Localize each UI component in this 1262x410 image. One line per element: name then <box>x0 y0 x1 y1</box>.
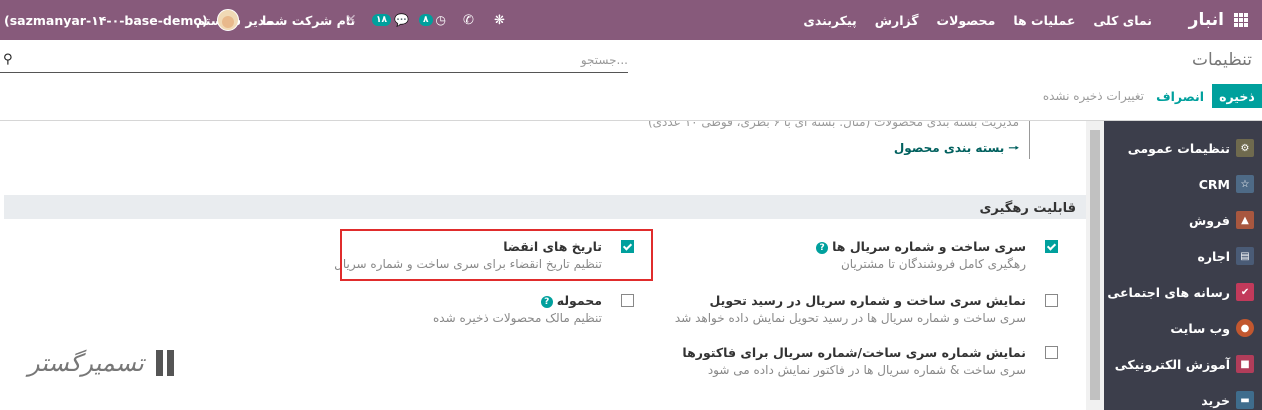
display-on-delivery-label: نمایش سری ساخت و شماره سریال در رسید تحو… <box>709 293 1026 308</box>
scrollbar-thumb[interactable] <box>1090 130 1100 400</box>
purchase-icon: ▬ <box>1236 391 1254 409</box>
watermark-text: تسمیرگستر <box>28 349 144 377</box>
display-on-delivery-checkbox[interactable] <box>1045 294 1058 307</box>
user-avatar[interactable] <box>217 0 239 40</box>
elearning-icon: ■ <box>1236 355 1254 373</box>
consignment-description: تنظیم مالک محصولات ذخیره شده <box>432 311 602 325</box>
packaging-link[interactable]: 🠒 بسته بندی محصول <box>894 139 1019 160</box>
menu-configuration[interactable]: پیکربندی <box>803 13 856 28</box>
packaging-description: مدیریت بسته بندی محصولات (مثال: بسته ای … <box>647 121 1019 129</box>
display-on-invoice-description: سری ساخت & شماره سریال ها در فاکتور نمای… <box>707 363 1026 377</box>
display-on-invoice-label: نمایش شماره سری ساخت/شماره سریال برای فا… <box>682 345 1026 360</box>
sidebar-item-social-media[interactable]: ✔ رسانه های اجتماعی <box>1104 274 1262 310</box>
highlight-box <box>340 229 653 281</box>
sidebar-item-elearning[interactable]: ■ آموزش الکترونیکی <box>1104 346 1262 382</box>
discard-button[interactable]: انصراف <box>1156 84 1204 108</box>
search-bar[interactable]: ⚲ ...جستجو <box>0 49 628 73</box>
sidebar-item-label: رسانه های اجتماعی <box>1107 284 1230 300</box>
company-switcher[interactable]: نام شرکت شما <box>262 0 355 40</box>
consignment-checkbox[interactable] <box>621 294 634 307</box>
packaging-setting: مدیریت بسته بندی محصولات (مثال: بسته ای … <box>570 121 1030 159</box>
save-button[interactable]: ذخیره <box>1212 84 1262 108</box>
sidebar-item-rental[interactable]: ▤ اجاره <box>1104 238 1262 274</box>
sidebar-item-label: آموزش الکترونیکی <box>1114 356 1230 372</box>
sidebar-item-label: خرید <box>1201 392 1230 408</box>
settings-sidebar: ⚙ تنظیمات عمومی ☆ CRM ▲ فروش ▤ اجاره ✔ ر… <box>1104 121 1262 410</box>
messages-badge: ۱۸ <box>372 14 391 26</box>
logo-mark-icon <box>154 348 180 378</box>
sidebar-item-purchase[interactable]: ▬ خرید <box>1104 382 1262 410</box>
search-input[interactable]: ...جستجو <box>581 53 628 67</box>
sidebar-item-label: CRM <box>1198 176 1230 192</box>
sidebar-item-sales[interactable]: ▲ فروش <box>1104 202 1262 238</box>
sidebar-item-label: تنظیمات عمومی <box>1127 140 1230 156</box>
consignment-label: محموله <box>556 293 602 308</box>
help-icon[interactable]: ? <box>816 241 829 254</box>
lots-serials-checkbox[interactable] <box>1045 240 1058 253</box>
page-title: تنظیمات <box>1192 50 1252 70</box>
section-header-bar <box>4 195 1086 219</box>
rental-icon: ▤ <box>1236 247 1254 265</box>
sidebar-item-label: اجاره <box>1197 248 1230 264</box>
option-display-on-delivery: نمایش سری ساخت و شماره سریال در رسید تحو… <box>674 291 1058 331</box>
messages-icon[interactable]: ۱۸ 💬 <box>372 0 409 40</box>
main-menu: نمای کلی عملیات ها محصولات گزارش پیکربند… <box>803 0 1152 40</box>
top-navbar: انبار نمای کلی عملیات ها محصولات گزارش پ… <box>0 0 1262 40</box>
globe-icon: ● <box>1236 319 1254 337</box>
bug-icon[interactable]: ❋ <box>494 0 505 40</box>
search-icon[interactable]: ⚲ <box>3 52 13 67</box>
phone-icon[interactable]: ✆ <box>463 0 474 40</box>
activities-icon[interactable]: ۸ ◷ <box>419 0 446 40</box>
sidebar-item-crm[interactable]: ☆ CRM <box>1104 166 1262 202</box>
handshake-icon: ☆ <box>1236 175 1254 193</box>
option-consignment: محموله? تنظیم مالک محصولات ذخیره شده <box>432 291 634 331</box>
watermark-logo: تسمیرگستر <box>28 341 180 385</box>
section-title-traceability: قابلیت رهگیری <box>979 201 1076 216</box>
menu-overview[interactable]: نمای کلی <box>1093 13 1152 28</box>
display-on-invoice-checkbox[interactable] <box>1045 346 1058 359</box>
menu-reporting[interactable]: گزارش <box>875 13 919 28</box>
display-on-delivery-description: سری ساخت و شماره سریال ها در رسید تحویل … <box>674 311 1026 325</box>
lots-serials-description: رهگیری کامل فروشندگان تا مشتریان <box>840 257 1026 271</box>
activities-badge: ۸ <box>419 14 433 26</box>
sidebar-item-label: فروش <box>1189 212 1230 228</box>
chart-icon: ▲ <box>1236 211 1254 229</box>
help-icon[interactable]: ? <box>540 295 553 308</box>
sidebar-item-label: وب سایت <box>1170 320 1230 336</box>
gear-icon: ⚙ <box>1236 139 1254 157</box>
option-display-on-invoice: نمایش شماره سری ساخت/شماره سریال برای فا… <box>678 343 1058 383</box>
lots-serials-label: سری ساخت و شماره سریال ها <box>832 239 1026 254</box>
sidebar-item-general-settings[interactable]: ⚙ تنظیمات عمومی <box>1104 130 1262 166</box>
sidebar-item-website[interactable]: ● وب سایت <box>1104 310 1262 346</box>
option-lots-serials: سری ساخت و شماره سریال ها? رهگیری کامل ف… <box>798 237 1058 277</box>
unsaved-changes-label: تغییرات ذخیره نشده <box>1042 89 1144 103</box>
menu-operations[interactable]: عملیات ها <box>1013 13 1075 28</box>
thumbs-up-icon: ✔ <box>1236 283 1254 301</box>
menu-products[interactable]: محصولات <box>937 13 996 28</box>
close-icon[interactable]: ✕ <box>345 0 357 40</box>
apps-menu-icon[interactable] <box>1234 0 1252 40</box>
database-name: (sazmanyar-۱۴-۰-base-demo) <box>4 12 208 28</box>
app-name: انبار <box>1188 10 1224 30</box>
arrow-right-icon: 🠒 <box>1008 141 1020 155</box>
